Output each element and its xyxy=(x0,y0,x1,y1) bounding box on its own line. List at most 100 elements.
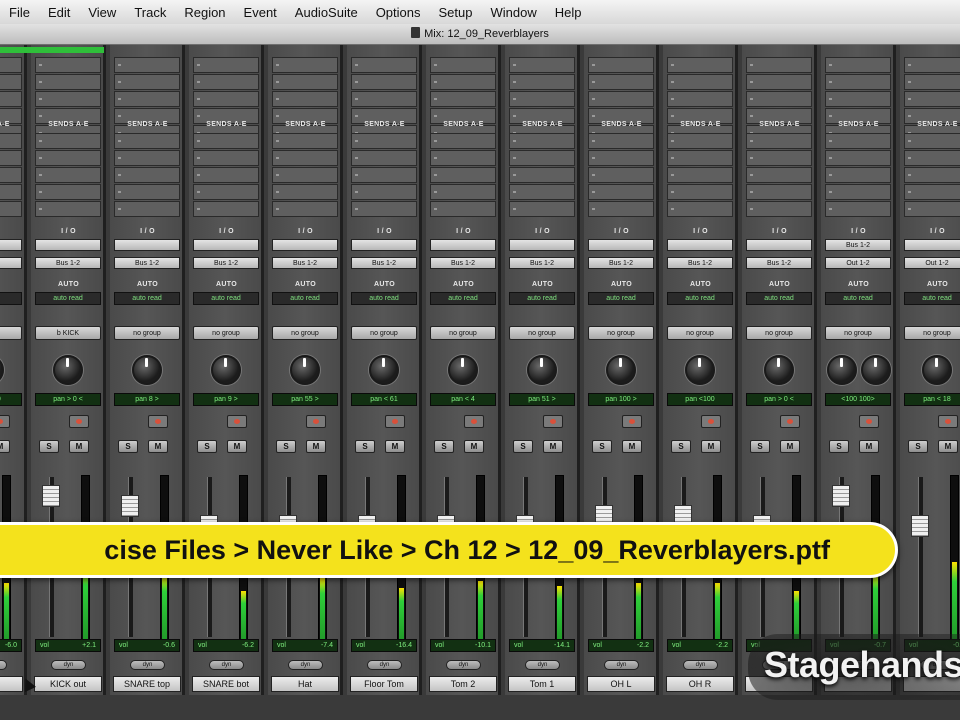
input-selector[interactable] xyxy=(667,239,733,251)
mute-button[interactable]: M xyxy=(859,440,879,453)
send-slot[interactable] xyxy=(272,133,338,149)
record-enable-button[interactable] xyxy=(385,415,405,428)
insert-slot[interactable] xyxy=(904,91,960,107)
group-selector[interactable]: no group xyxy=(588,326,654,340)
automation-mode-selector[interactable]: auto read xyxy=(114,292,180,305)
menu-setup[interactable]: Setup xyxy=(430,5,482,20)
send-slot[interactable] xyxy=(667,167,733,183)
automation-mode-selector[interactable]: auto read xyxy=(509,292,575,305)
send-slot[interactable] xyxy=(35,150,101,166)
send-slot[interactable] xyxy=(825,150,891,166)
output-selector[interactable]: Bus 1-2 xyxy=(430,257,496,269)
send-slot[interactable] xyxy=(746,167,812,183)
send-slot[interactable] xyxy=(825,133,891,149)
send-slot[interactable] xyxy=(35,133,101,149)
track-name[interactable]: KICK out xyxy=(34,676,102,692)
track-name[interactable]: SNARE bot xyxy=(192,676,260,692)
pan-left-knob[interactable] xyxy=(827,355,857,385)
insert-slot[interactable] xyxy=(351,57,417,73)
insert-slot[interactable] xyxy=(0,74,22,90)
send-slot[interactable] xyxy=(430,150,496,166)
group-selector[interactable]: no group xyxy=(746,326,812,340)
send-slot[interactable] xyxy=(509,184,575,200)
send-slot[interactable] xyxy=(351,184,417,200)
automation-mode-selector[interactable]: auto read xyxy=(746,292,812,305)
send-slot[interactable] xyxy=(667,133,733,149)
group-selector[interactable]: no group xyxy=(272,326,338,340)
menu-edit[interactable]: Edit xyxy=(39,5,79,20)
window-title-bar[interactable]: Mix: 12_09_Reverblayers xyxy=(0,24,960,45)
send-slot[interactable] xyxy=(0,201,22,217)
send-slot[interactable] xyxy=(588,201,654,217)
send-slot[interactable] xyxy=(0,167,22,183)
record-enable-button[interactable] xyxy=(859,415,879,428)
dyn-button[interactable]: dyn xyxy=(209,660,244,670)
record-enable-button[interactable] xyxy=(148,415,168,428)
send-slot[interactable] xyxy=(193,184,259,200)
dyn-button[interactable]: dyn xyxy=(367,660,402,670)
pan-knob[interactable] xyxy=(685,355,715,385)
solo-button[interactable]: S xyxy=(197,440,217,453)
track-name[interactable]: OH R xyxy=(666,676,734,692)
input-selector[interactable] xyxy=(272,239,338,251)
insert-slot[interactable] xyxy=(509,91,575,107)
insert-slot[interactable] xyxy=(825,57,891,73)
record-enable-button[interactable] xyxy=(780,415,800,428)
pan-knob[interactable] xyxy=(922,355,952,385)
insert-slot[interactable] xyxy=(114,91,180,107)
output-selector[interactable] xyxy=(0,257,22,269)
input-selector[interactable] xyxy=(193,239,259,251)
send-slot[interactable] xyxy=(272,184,338,200)
send-slot[interactable] xyxy=(588,133,654,149)
record-enable-button[interactable] xyxy=(0,415,10,428)
group-selector[interactable]: no group xyxy=(904,326,960,340)
mute-button[interactable]: M xyxy=(622,440,642,453)
pan-knob[interactable] xyxy=(527,355,557,385)
insert-slot[interactable] xyxy=(114,57,180,73)
output-selector[interactable]: Bus 1-2 xyxy=(509,257,575,269)
insert-slot[interactable] xyxy=(430,57,496,73)
menu-help[interactable]: Help xyxy=(546,5,591,20)
insert-slot[interactable] xyxy=(351,91,417,107)
group-selector[interactable]: no group xyxy=(509,326,575,340)
automation-mode-selector[interactable] xyxy=(0,292,22,305)
send-slot[interactable] xyxy=(509,150,575,166)
send-slot[interactable] xyxy=(272,201,338,217)
mute-button[interactable]: M xyxy=(701,440,721,453)
send-slot[interactable] xyxy=(588,184,654,200)
send-slot[interactable] xyxy=(114,133,180,149)
insert-slot[interactable] xyxy=(588,74,654,90)
track-name[interactable]: Tom 1 xyxy=(508,676,576,692)
output-selector[interactable]: Out 1-2 xyxy=(825,257,891,269)
mute-button[interactable]: M xyxy=(69,440,89,453)
insert-slot[interactable] xyxy=(0,57,22,73)
solo-button[interactable]: S xyxy=(434,440,454,453)
output-selector[interactable]: Bus 1-2 xyxy=(272,257,338,269)
pan-knob[interactable] xyxy=(606,355,636,385)
send-slot[interactable] xyxy=(114,201,180,217)
record-enable-button[interactable] xyxy=(622,415,642,428)
send-slot[interactable] xyxy=(746,201,812,217)
input-selector[interactable] xyxy=(746,239,812,251)
group-selector[interactable]: no group xyxy=(193,326,259,340)
send-slot[interactable] xyxy=(351,150,417,166)
output-selector[interactable]: Bus 1-2 xyxy=(746,257,812,269)
insert-slot[interactable] xyxy=(904,57,960,73)
menu-view[interactable]: View xyxy=(79,5,125,20)
send-slot[interactable] xyxy=(825,167,891,183)
insert-slot[interactable] xyxy=(351,74,417,90)
menu-options[interactable]: Options xyxy=(367,5,430,20)
automation-mode-selector[interactable]: auto read xyxy=(193,292,259,305)
mute-button[interactable]: M xyxy=(148,440,168,453)
menu-event[interactable]: Event xyxy=(235,5,286,20)
pan-knob[interactable] xyxy=(0,355,4,385)
automation-mode-selector[interactable]: auto read xyxy=(904,292,960,305)
pan-knob[interactable] xyxy=(211,355,241,385)
automation-mode-selector[interactable]: auto read xyxy=(430,292,496,305)
insert-slot[interactable] xyxy=(667,91,733,107)
send-slot[interactable] xyxy=(193,150,259,166)
pan-knob[interactable] xyxy=(448,355,478,385)
automation-mode-selector[interactable]: auto read xyxy=(667,292,733,305)
record-enable-button[interactable] xyxy=(227,415,247,428)
group-selector[interactable] xyxy=(0,326,22,340)
